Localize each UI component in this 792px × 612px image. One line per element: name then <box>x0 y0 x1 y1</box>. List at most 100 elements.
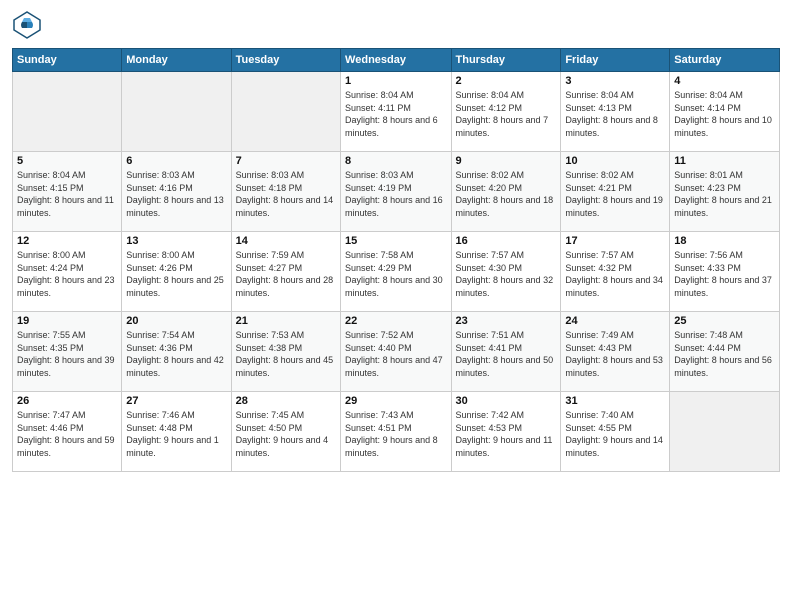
day-cell: 31 Sunrise: 7:40 AM Sunset: 4:55 PM Dayli… <box>561 392 670 472</box>
day-number: 16 <box>456 235 557 247</box>
day-number: 1 <box>345 75 446 87</box>
day-info: Sunrise: 7:57 AM Sunset: 4:30 PM Dayligh… <box>456 249 557 299</box>
weekday-row: SundayMondayTuesdayWednesdayThursdayFrid… <box>13 49 780 72</box>
day-cell: 23Sunrise: 7:51 AM Sunset: 4:41 PM Dayli… <box>451 312 561 392</box>
day-info: Sunrise: 8:00 AM Sunset: 4:26 PM Dayligh… <box>126 249 226 299</box>
day-info: Sunrise: 7:49 AM Sunset: 4:43 PM Dayligh… <box>565 329 665 379</box>
day-number: 14 <box>236 235 336 247</box>
day-info: Sunrise: 7:46 AM Sunset: 4:48 PM Dayligh… <box>126 409 226 459</box>
day-info: Sunrise: 8:00 AM Sunset: 4:24 PM Dayligh… <box>17 249 117 299</box>
day-cell: 15Sunrise: 7:58 AM Sunset: 4:29 PM Dayli… <box>341 232 451 312</box>
logo <box>12 10 46 40</box>
day-info: Sunrise: 8:04 AM Sunset: 4:12 PM Dayligh… <box>456 89 557 139</box>
day-info: Sunrise: 8:04 AM Sunset: 4:13 PM Dayligh… <box>565 89 665 139</box>
day-number: 19 <box>17 315 117 327</box>
day-info: Sunrise: 7:58 AM Sunset: 4:29 PM Dayligh… <box>345 249 446 299</box>
day-number: 18 <box>674 235 775 247</box>
day-number: 27 <box>126 395 226 407</box>
weekday-header-wednesday: Wednesday <box>341 49 451 72</box>
day-info: Sunrise: 8:04 AM Sunset: 4:14 PM Dayligh… <box>674 89 775 139</box>
day-cell: 14 Sunrise: 7:59 AM Sunset: 4:27 PM Dayli… <box>231 232 340 312</box>
weekday-header-tuesday: Tuesday <box>231 49 340 72</box>
day-cell: 8Sunrise: 8:03 AM Sunset: 4:19 PM Daylig… <box>341 152 451 232</box>
day-number: 28 <box>236 395 336 407</box>
day-cell: 2 Sunrise: 8:04 AM Sunset: 4:12 PM Daylig… <box>451 72 561 152</box>
day-cell: 3 Sunrise: 8:04 AM Sunset: 4:13 PM Daylig… <box>561 72 670 152</box>
calendar-header: SundayMondayTuesdayWednesdayThursdayFrid… <box>13 49 780 72</box>
weekday-header-thursday: Thursday <box>451 49 561 72</box>
day-number: 9 <box>456 155 557 167</box>
day-number: 29 <box>345 395 446 407</box>
day-number: 21 <box>236 315 336 327</box>
day-number: 24 <box>565 315 665 327</box>
day-cell <box>231 72 340 152</box>
day-cell: 16 Sunrise: 7:57 AM Sunset: 4:30 PM Dayli… <box>451 232 561 312</box>
day-number: 6 <box>126 155 226 167</box>
day-info: Sunrise: 7:54 AM Sunset: 4:36 PM Dayligh… <box>126 329 226 379</box>
day-info: Sunrise: 7:56 AM Sunset: 4:33 PM Dayligh… <box>674 249 775 299</box>
day-cell: 24 Sunrise: 7:49 AM Sunset: 4:43 PM Dayli… <box>561 312 670 392</box>
weekday-header-sunday: Sunday <box>13 49 122 72</box>
day-cell: 7 Sunrise: 8:03 AM Sunset: 4:18 PM Daylig… <box>231 152 340 232</box>
day-cell: 1 Sunrise: 8:04 AM Sunset: 4:11 PM Daylig… <box>341 72 451 152</box>
week-row-3: 12 Sunrise: 8:00 AM Sunset: 4:24 PM Dayli… <box>13 232 780 312</box>
day-cell: 17 Sunrise: 7:57 AM Sunset: 4:32 PM Dayli… <box>561 232 670 312</box>
day-info: Sunrise: 7:42 AM Sunset: 4:53 PM Dayligh… <box>456 409 557 459</box>
week-row-1: 1 Sunrise: 8:04 AM Sunset: 4:11 PM Daylig… <box>13 72 780 152</box>
day-info: Sunrise: 7:55 AM Sunset: 4:35 PM Dayligh… <box>17 329 117 379</box>
day-info: Sunrise: 8:01 AM Sunset: 4:23 PM Dayligh… <box>674 169 775 219</box>
day-cell: 26 Sunrise: 7:47 AM Sunset: 4:46 PM Dayli… <box>13 392 122 472</box>
day-number: 31 <box>565 395 665 407</box>
day-cell: 13 Sunrise: 8:00 AM Sunset: 4:26 PM Dayli… <box>122 232 231 312</box>
page-container: SundayMondayTuesdayWednesdayThursdayFrid… <box>0 0 792 612</box>
day-cell: 10Sunrise: 8:02 AM Sunset: 4:21 PM Dayli… <box>561 152 670 232</box>
calendar-body: 1 Sunrise: 8:04 AM Sunset: 4:11 PM Daylig… <box>13 72 780 472</box>
day-cell: 9 Sunrise: 8:02 AM Sunset: 4:20 PM Daylig… <box>451 152 561 232</box>
day-info: Sunrise: 7:53 AM Sunset: 4:38 PM Dayligh… <box>236 329 336 379</box>
day-number: 13 <box>126 235 226 247</box>
day-info: Sunrise: 7:40 AM Sunset: 4:55 PM Dayligh… <box>565 409 665 459</box>
day-info: Sunrise: 8:04 AM Sunset: 4:11 PM Dayligh… <box>345 89 446 139</box>
day-info: Sunrise: 8:03 AM Sunset: 4:16 PM Dayligh… <box>126 169 226 219</box>
weekday-header-monday: Monday <box>122 49 231 72</box>
day-number: 12 <box>17 235 117 247</box>
day-cell: 27 Sunrise: 7:46 AM Sunset: 4:48 PM Dayli… <box>122 392 231 472</box>
day-number: 7 <box>236 155 336 167</box>
day-number: 2 <box>456 75 557 87</box>
day-info: Sunrise: 7:47 AM Sunset: 4:46 PM Dayligh… <box>17 409 117 459</box>
logo-icon <box>12 10 42 40</box>
day-cell: 22Sunrise: 7:52 AM Sunset: 4:40 PM Dayli… <box>341 312 451 392</box>
day-cell: 28 Sunrise: 7:45 AM Sunset: 4:50 PM Dayli… <box>231 392 340 472</box>
day-cell: 19 Sunrise: 7:55 AM Sunset: 4:35 PM Dayli… <box>13 312 122 392</box>
day-number: 22 <box>345 315 446 327</box>
day-info: Sunrise: 7:57 AM Sunset: 4:32 PM Dayligh… <box>565 249 665 299</box>
day-cell: 20Sunrise: 7:54 AM Sunset: 4:36 PM Dayli… <box>122 312 231 392</box>
day-info: Sunrise: 8:02 AM Sunset: 4:20 PM Dayligh… <box>456 169 557 219</box>
day-cell <box>13 72 122 152</box>
weekday-header-saturday: Saturday <box>670 49 780 72</box>
day-info: Sunrise: 7:45 AM Sunset: 4:50 PM Dayligh… <box>236 409 336 459</box>
day-number: 25 <box>674 315 775 327</box>
day-number: 26 <box>17 395 117 407</box>
week-row-2: 5 Sunrise: 8:04 AM Sunset: 4:15 PM Daylig… <box>13 152 780 232</box>
day-number: 3 <box>565 75 665 87</box>
day-info: Sunrise: 8:03 AM Sunset: 4:18 PM Dayligh… <box>236 169 336 219</box>
day-number: 17 <box>565 235 665 247</box>
day-cell: 30 Sunrise: 7:42 AM Sunset: 4:53 PM Dayli… <box>451 392 561 472</box>
day-cell <box>122 72 231 152</box>
day-number: 30 <box>456 395 557 407</box>
day-info: Sunrise: 8:04 AM Sunset: 4:15 PM Dayligh… <box>17 169 117 219</box>
day-number: 5 <box>17 155 117 167</box>
day-info: Sunrise: 8:03 AM Sunset: 4:19 PM Dayligh… <box>345 169 446 219</box>
day-cell: 21 Sunrise: 7:53 AM Sunset: 4:38 PM Dayli… <box>231 312 340 392</box>
day-cell: 4Sunrise: 8:04 AM Sunset: 4:14 PM Daylig… <box>670 72 780 152</box>
week-row-5: 26 Sunrise: 7:47 AM Sunset: 4:46 PM Dayli… <box>13 392 780 472</box>
calendar: SundayMondayTuesdayWednesdayThursdayFrid… <box>12 48 780 472</box>
day-cell: 12 Sunrise: 8:00 AM Sunset: 4:24 PM Dayli… <box>13 232 122 312</box>
day-info: Sunrise: 7:51 AM Sunset: 4:41 PM Dayligh… <box>456 329 557 379</box>
day-number: 10 <box>565 155 665 167</box>
day-cell: 5 Sunrise: 8:04 AM Sunset: 4:15 PM Daylig… <box>13 152 122 232</box>
weekday-header-friday: Friday <box>561 49 670 72</box>
day-info: Sunrise: 7:59 AM Sunset: 4:27 PM Dayligh… <box>236 249 336 299</box>
day-cell: 11Sunrise: 8:01 AM Sunset: 4:23 PM Dayli… <box>670 152 780 232</box>
